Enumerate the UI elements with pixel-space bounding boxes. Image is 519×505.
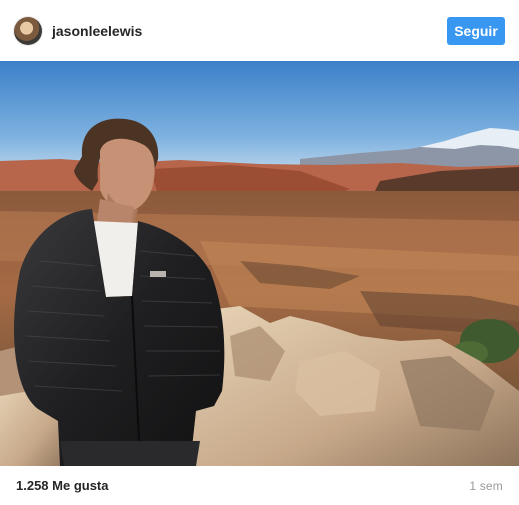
avatar[interactable] <box>14 16 42 45</box>
post-card: jasonleelewis Seguir 1.258 Me gusta 1 se… <box>0 0 519 505</box>
post-header: jasonleelewis Seguir <box>0 0 519 61</box>
username-link[interactable]: jasonleelewis <box>52 23 142 39</box>
post-footer: 1.258 Me gusta 1 sem <box>0 466 519 505</box>
post-photo[interactable] <box>0 61 519 466</box>
follow-button[interactable]: Seguir <box>447 16 505 45</box>
likes-count[interactable]: 1.258 Me gusta <box>16 478 109 493</box>
post-timestamp[interactable]: 1 sem <box>469 479 503 493</box>
